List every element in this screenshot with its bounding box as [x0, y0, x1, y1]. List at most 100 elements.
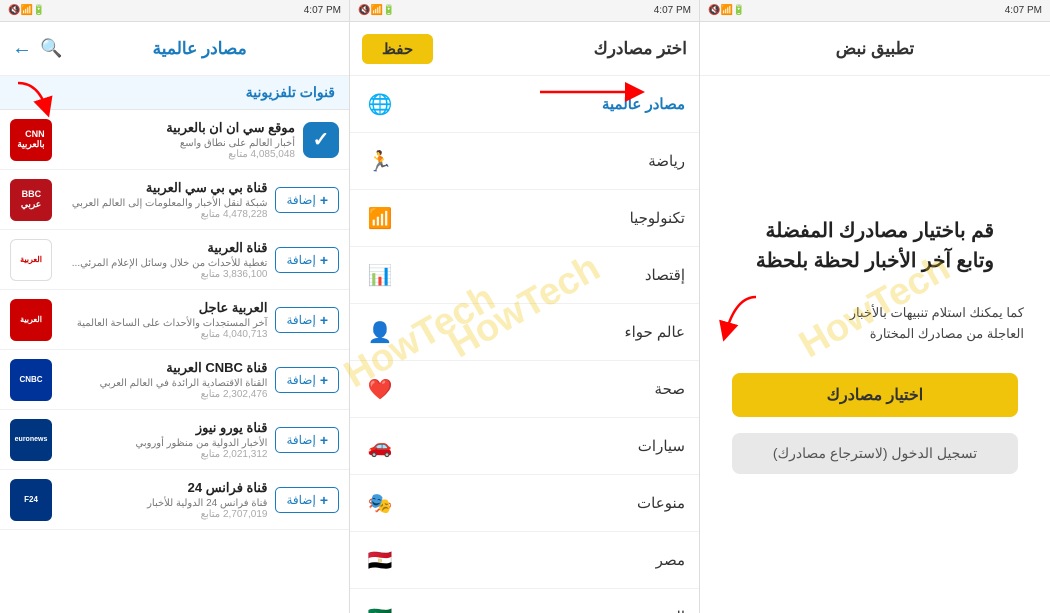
left-panel: 🔇📶🔋 4:07 PM ← 🔍 مصادر عالمية ق [0, 0, 350, 613]
source-desc-4: القناة الاقتصادية الرائدة في العالم العر… [60, 378, 267, 389]
category-item-6[interactable]: سيارات 🚗 [350, 418, 699, 475]
category-item-2[interactable]: تكنولوجيا 📶 [350, 190, 699, 247]
source-desc-5: الأخبار الدولية من منظور أوروبي [60, 438, 267, 449]
source-logo-5: euronews [10, 419, 52, 461]
source-name-1: قناة بي بي سي العربية [60, 180, 267, 196]
plus-icon-2: + [320, 252, 328, 268]
source-info-1: قناة بي بي سي العربية شبكة لنقل الأخبار … [60, 180, 267, 220]
source-logo-4: CNBC [10, 359, 52, 401]
source-info-5: قناة يورو نيوز الأخبار الدولية من منظور … [60, 420, 267, 460]
left-status-bar: 🔇📶🔋 4:07 PM [0, 0, 349, 22]
mid-status-time: 4:07 PM [654, 5, 691, 16]
source-logo-6: F24 [10, 479, 52, 521]
right-sub-text: كما يمكنك استلام تنبيهات بالأخبارالعاجلة… [774, 303, 1024, 345]
source-list[interactable]: ✓ موقع سي ان ان بالعربية أخبار العالم عل… [0, 110, 349, 613]
category-label-8: مصر [656, 551, 685, 569]
save-button[interactable]: حفظ [362, 34, 433, 64]
source-info-6: قناة فرانس 24 قناة فرانس 24 الدولية للأخ… [60, 480, 267, 520]
choose-sources-button[interactable]: اختيار مصادرك [732, 373, 1018, 417]
category-item-9[interactable]: السعودية 🇸🇦 [350, 589, 699, 613]
plus-icon-4: + [320, 372, 328, 388]
mid-panel-title: اختر مصادرك [594, 39, 687, 59]
app-container: 🔇📶🔋 4:07 PM ← 🔍 مصادر عالمية ق [0, 0, 1050, 613]
add-button-5[interactable]: + إضافة [275, 427, 339, 453]
add-button-2[interactable]: + إضافة [275, 247, 339, 273]
add-label-3: إضافة [286, 313, 315, 327]
right-panel-title: تطبيق نبض [836, 39, 915, 59]
source-info-4: قناة CNBC العربية القناة الاقتصادية الرا… [60, 360, 267, 400]
source-followers-0: 4,085,048 متابع [60, 149, 295, 160]
add-button-6[interactable]: + إضافة [275, 487, 339, 513]
right-top-bar: تطبيق نبض [700, 22, 1050, 76]
checked-button-0[interactable]: ✓ [303, 122, 339, 158]
category-label-5: صحة [655, 380, 685, 398]
source-followers-4: 2,302,476 متابع [60, 389, 267, 400]
category-item-3[interactable]: إقتصاد 📊 [350, 247, 699, 304]
source-desc-6: قناة فرانس 24 الدولية للأخبار [60, 498, 267, 509]
source-item-5: + إضافة قناة يورو نيوز الأخبار الدولية م… [0, 410, 349, 470]
category-label-4: عالم حواء [625, 323, 685, 341]
source-item-3: + إضافة العربية عاجل آخر المستجدات والأح… [0, 290, 349, 350]
source-followers-6: 2,707,019 متابع [60, 509, 267, 520]
add-button-3[interactable]: + إضافة [275, 307, 339, 333]
category-icon-0: 🌐 [364, 88, 396, 120]
mid-arrow-indicator [530, 72, 650, 117]
right-status-icons: 🔇📶🔋 [708, 5, 745, 16]
source-followers-2: 3,836,100 متابع [60, 269, 267, 280]
source-name-0: موقع سي ان ان بالعربية [60, 120, 295, 136]
category-list[interactable]: مصادر عالمية 🌐 رياضة 🏃 تكنولوجيا 📶 إقتصا… [350, 76, 699, 613]
category-icon-2: 📶 [364, 202, 396, 234]
category-item-5[interactable]: صحة ❤️ [350, 361, 699, 418]
category-item-4[interactable]: عالم حواء 👤 [350, 304, 699, 361]
back-button[interactable]: ← [12, 37, 32, 60]
right-status-time: 4:07 PM [1005, 5, 1042, 16]
category-label-1: رياضة [648, 152, 685, 170]
category-label-7: منوعات [637, 494, 685, 512]
check-icon: ✓ [313, 127, 330, 152]
source-logo-3: العربية [10, 299, 52, 341]
source-item-1: + إضافة قناة بي بي سي العربية شبكة لنقل … [0, 170, 349, 230]
category-label-2: تكنولوجيا [630, 209, 685, 227]
source-desc-1: شبكة لنقل الأخبار والمعلومات إلى العالم … [60, 198, 267, 209]
right-arrow-area: كما يمكنك استلام تنبيهات بالأخبارالعاجلة… [716, 292, 1034, 357]
add-button-1[interactable]: + إضافة [275, 187, 339, 213]
category-item-7[interactable]: منوعات 🎭 [350, 475, 699, 532]
left-status-icons: 🔇📶🔋 [8, 5, 45, 16]
category-icon-6: 🚗 [364, 430, 396, 462]
source-info-3: العربية عاجل آخر المستجدات والأحداث على … [60, 300, 267, 340]
add-button-4[interactable]: + إضافة [275, 367, 339, 393]
category-icon-9: 🇸🇦 [364, 601, 396, 613]
source-info-0: موقع سي ان ان بالعربية أخبار العالم على … [60, 120, 295, 160]
source-item-4: + إضافة قناة CNBC العربية القناة الاقتصا… [0, 350, 349, 410]
plus-icon-3: + [320, 312, 328, 328]
category-icon-5: ❤️ [364, 373, 396, 405]
category-item-1[interactable]: رياضة 🏃 [350, 133, 699, 190]
plus-icon-1: + [320, 192, 328, 208]
category-icon-1: 🏃 [364, 145, 396, 177]
source-followers-5: 2,021,312 متابع [60, 449, 267, 460]
mid-status-icons: 🔇📶🔋 [358, 5, 395, 16]
category-icon-7: 🎭 [364, 487, 396, 519]
right-content-area: قم باختيار مصادرك المفضلةوتابع آخر الأخب… [700, 76, 1050, 613]
search-button[interactable]: 🔍 [40, 38, 62, 59]
source-name-6: قناة فرانس 24 [60, 480, 267, 496]
mid-panel: 🔇📶🔋 4:07 PM حفظ اختر مصادرك مصادر عا [350, 0, 700, 613]
source-desc-3: آخر المستجدات والأحداث على الساحة العالم… [60, 318, 267, 329]
right-panel: 🔇📶🔋 4:07 PM تطبيق نبض قم باختيار مصادرك … [700, 0, 1050, 613]
category-label-3: إقتصاد [645, 266, 685, 284]
category-label-9: السعودية [629, 608, 685, 613]
source-name-5: قناة يورو نيوز [60, 420, 267, 436]
left-panel-title: مصادر عالمية [62, 39, 337, 59]
add-label-6: إضافة [286, 493, 315, 507]
category-label-6: سيارات [638, 437, 685, 455]
source-info-2: قناة العربية تغطية للأحداث من خلال وسائل… [60, 240, 267, 280]
login-button[interactable]: تسجيل الدخول (لاسترجاع مصادرك) [732, 433, 1018, 474]
source-logo-1: BBCعربي [10, 179, 52, 221]
arrow-indicator [8, 78, 58, 133]
plus-icon-5: + [320, 432, 328, 448]
add-label-2: إضافة [286, 253, 315, 267]
left-status-time: 4:07 PM [304, 5, 341, 16]
category-item-8[interactable]: مصر 🇪🇬 [350, 532, 699, 589]
mid-status-bar: 🔇📶🔋 4:07 PM [350, 0, 699, 22]
left-top-bar: ← 🔍 مصادر عالمية [0, 22, 349, 76]
